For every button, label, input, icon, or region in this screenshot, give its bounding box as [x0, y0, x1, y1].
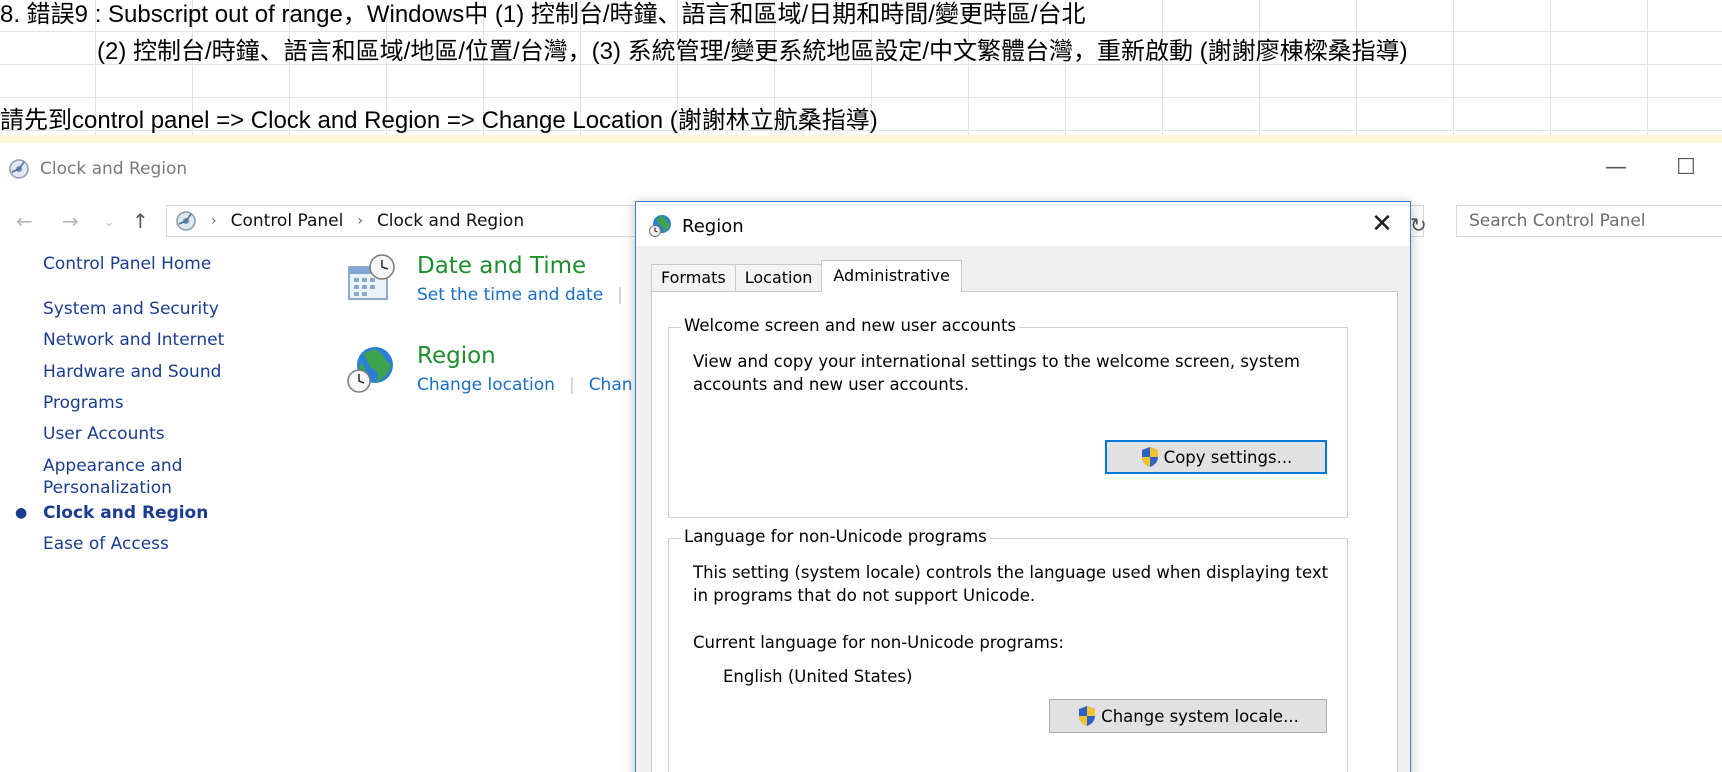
- welcome-screen-group: Welcome screen and new user accounts Vie…: [668, 316, 1348, 518]
- globe-icon: [649, 215, 671, 237]
- sidebar-item-clock-and-region[interactable]: Clock and Region: [43, 502, 208, 524]
- region-title[interactable]: Region: [417, 343, 496, 369]
- sidebar-item-control-panel-home[interactable]: Control Panel Home: [43, 253, 211, 275]
- dialog-title-bar: Region: [648, 212, 744, 240]
- region-links: Change location | Chan: [417, 375, 633, 395]
- up-arrow-icon[interactable]: ↑: [132, 209, 149, 233]
- sidebar-item-programs[interactable]: Programs: [43, 392, 124, 414]
- region-dialog: Region ✕ Formats Location Administrative…: [635, 201, 1411, 772]
- change-system-locale-button[interactable]: Change system locale...: [1049, 699, 1327, 733]
- minimize-button[interactable]: —: [1596, 155, 1636, 180]
- sidebar-item-system-and-security[interactable]: System and Security: [43, 298, 219, 320]
- window-title-bar: Clock and Region: [8, 157, 187, 181]
- tab-location[interactable]: Location: [734, 264, 823, 292]
- current-language-label: Current language for non-Unicode program…: [693, 633, 1064, 652]
- breadcrumb-separator-icon: ›: [211, 213, 217, 229]
- non-unicode-description: This setting (system locale) controls th…: [693, 563, 1329, 605]
- recent-locations-chevron-icon[interactable]: ⌄: [104, 215, 114, 229]
- breadcrumb-clock-and-region[interactable]: Clock and Region: [377, 211, 524, 231]
- copy-settings-label: Copy settings...: [1163, 447, 1293, 467]
- welcome-screen-group-label: Welcome screen and new user accounts: [681, 316, 1020, 335]
- date-and-time-links: Set the time and date | C: [417, 285, 649, 305]
- control-panel-icon: [9, 159, 29, 179]
- control-panel-icon: [176, 211, 196, 231]
- spreadsheet-grid: 8. 錯誤9 : Subscript out of range，Windows中…: [0, 0, 1722, 139]
- current-item-bullet-icon: ●: [15, 505, 28, 521]
- uac-shield-icon: [1141, 447, 1158, 467]
- welcome-screen-description: View and copy your international setting…: [693, 352, 1300, 394]
- sheet-cell-line1[interactable]: 8. 錯誤9 : Subscript out of range，Windows中…: [0, 0, 1086, 30]
- sheet-cell-line2[interactable]: (2) 控制台/時鐘、語言和區域/地區/位置/台灣，(3) 系統管理/變更系統地…: [97, 37, 1408, 67]
- tab-strip: Formats Location Administrative: [651, 260, 962, 292]
- administrative-panel: Welcome screen and new user accounts Vie…: [651, 291, 1398, 772]
- tab-administrative[interactable]: Administrative: [821, 260, 962, 292]
- date-and-time-title[interactable]: Date and Time: [417, 253, 586, 279]
- back-arrow-icon[interactable]: ←: [16, 209, 33, 233]
- region-truncated-link[interactable]: Chan: [589, 375, 633, 395]
- calendar-clock-icon: [348, 254, 395, 300]
- sheet-divider: [0, 135, 1722, 143]
- maximize-button[interactable]: ☐: [1666, 155, 1706, 180]
- sidebar-item-user-accounts[interactable]: User Accounts: [43, 423, 165, 445]
- breadcrumb-control-panel[interactable]: Control Panel: [231, 211, 344, 231]
- uac-shield-icon: [1079, 706, 1096, 726]
- sheet-cell-line3[interactable]: 請先到control panel => Clock and Region => …: [0, 106, 878, 136]
- tab-formats[interactable]: Formats: [651, 264, 736, 292]
- window-title: Clock and Region: [40, 159, 188, 179]
- sidebar-item-ease-of-access[interactable]: Ease of Access: [43, 533, 169, 555]
- sidebar-item-hardware-and-sound[interactable]: Hardware and Sound: [43, 361, 221, 383]
- breadcrumb-separator-icon: ›: [357, 213, 363, 229]
- dialog-body: Formats Location Administrative Welcome …: [636, 246, 1410, 772]
- copy-settings-button[interactable]: Copy settings...: [1105, 440, 1327, 474]
- current-language-value: English (United States): [723, 667, 913, 686]
- search-input[interactable]: Search Control Panel: [1456, 205, 1722, 237]
- non-unicode-group-label: Language for non-Unicode programs: [681, 527, 990, 546]
- sidebar-item-appearance-line2[interactable]: Personalization: [43, 477, 172, 499]
- non-unicode-group: Language for non-Unicode programs This s…: [668, 527, 1348, 772]
- dialog-title: Region: [682, 215, 744, 237]
- globe-clock-icon: [347, 347, 393, 393]
- close-icon[interactable]: ✕: [1364, 208, 1400, 240]
- sidebar-item-appearance-line1[interactable]: Appearance and: [43, 455, 182, 477]
- link-divider: |: [617, 285, 623, 305]
- refresh-icon[interactable]: ↻: [1410, 213, 1427, 237]
- change-system-locale-label: Change system locale...: [1101, 706, 1299, 726]
- forward-arrow-icon[interactable]: →: [62, 209, 79, 233]
- link-divider: |: [568, 375, 575, 395]
- sidebar-item-network-and-internet[interactable]: Network and Internet: [43, 329, 224, 351]
- set-time-and-date-link[interactable]: Set the time and date: [417, 285, 603, 305]
- change-location-link[interactable]: Change location: [417, 375, 555, 395]
